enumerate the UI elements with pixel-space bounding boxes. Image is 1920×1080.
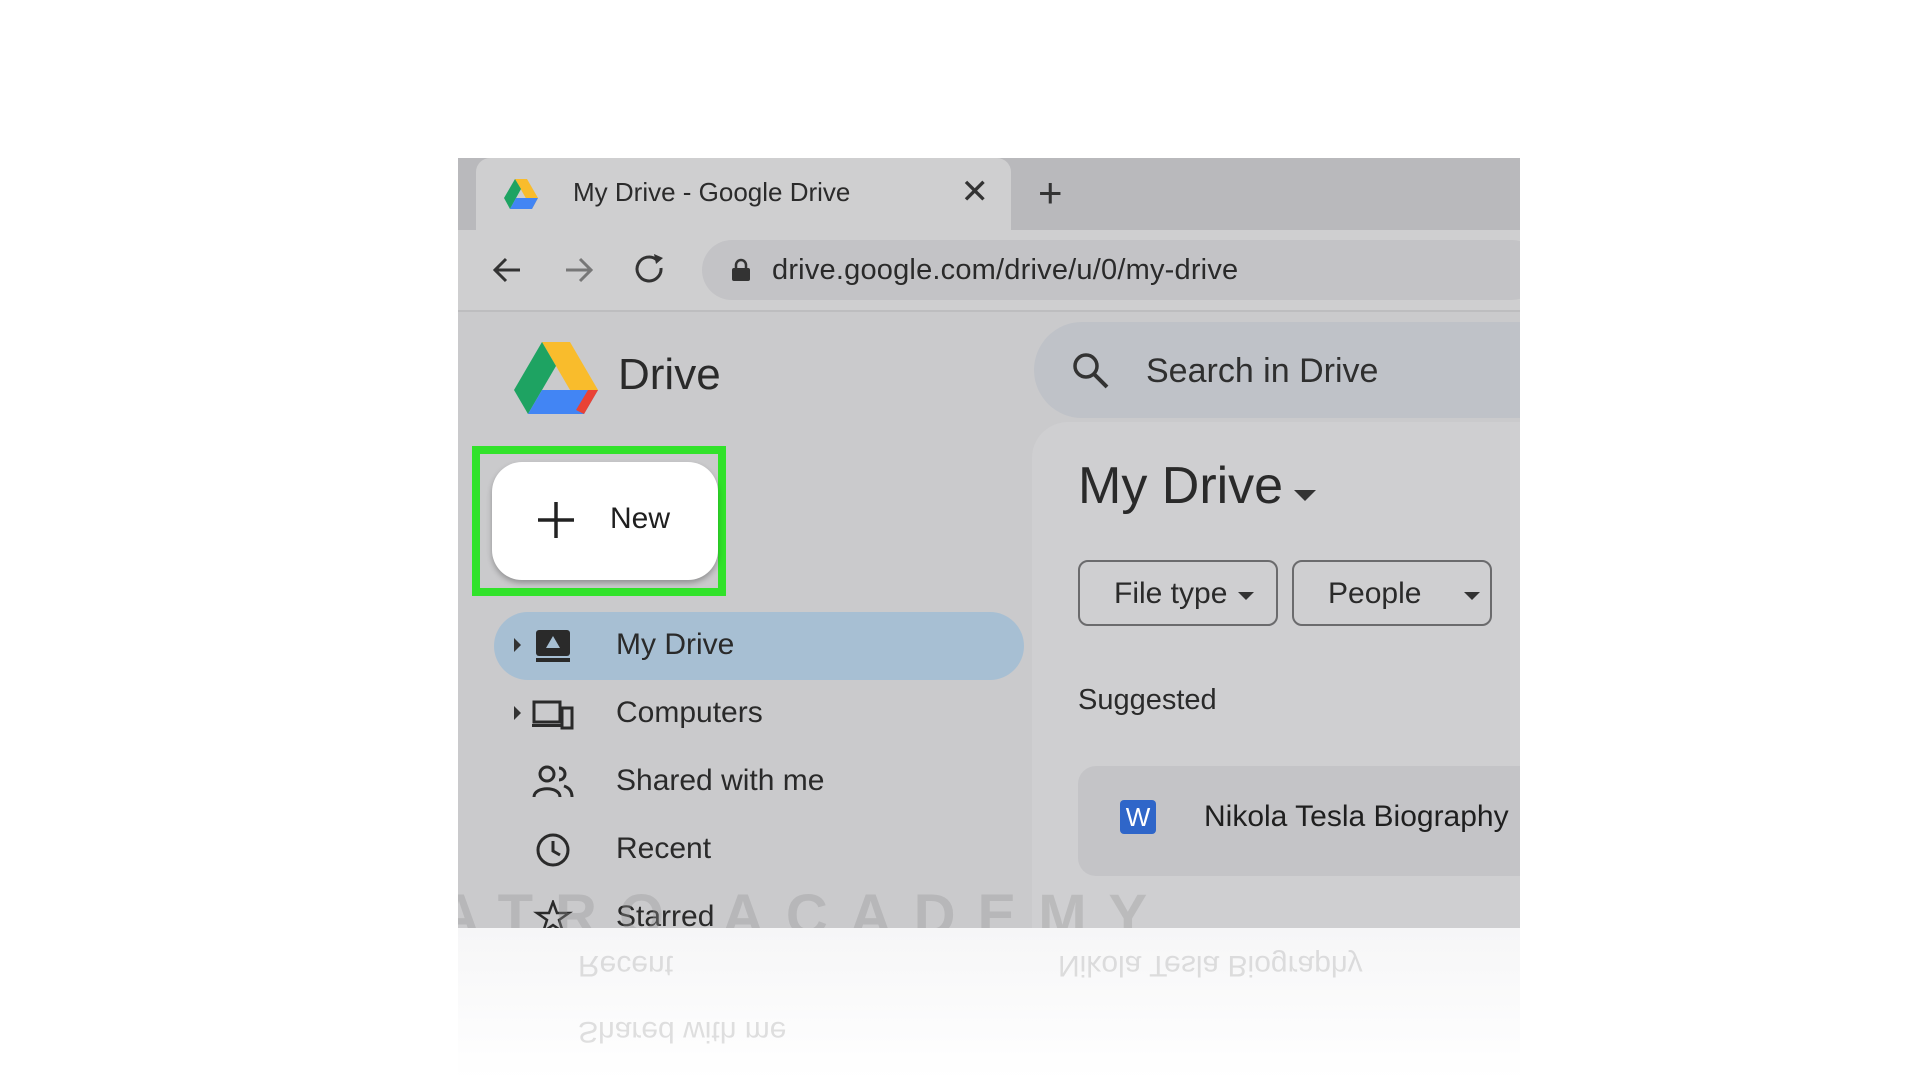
watermark: ATRO ACADEMY (458, 883, 1170, 928)
sidebar-item-label: Shared with me (616, 764, 825, 797)
sidebar-item-label: Computers (616, 696, 763, 729)
sidebar-item-label: Recent (616, 832, 712, 865)
lock-icon (732, 258, 750, 281)
dropdown-caret-icon (1464, 592, 1480, 600)
file-type-filter[interactable]: File type (1078, 560, 1278, 626)
file-name: Nikola Tesla Biography (1204, 800, 1509, 833)
address-bar[interactable]: drive.google.com/drive/u/0/my-drive (702, 240, 1520, 300)
plus-icon (538, 502, 574, 538)
search-bar[interactable]: Search in Drive (1034, 322, 1520, 418)
chevron-down-icon[interactable] (1294, 490, 1316, 501)
new-button-label: New (610, 502, 671, 535)
computers-icon (532, 700, 574, 730)
reload-icon[interactable] (628, 248, 672, 292)
tab-title: My Drive - Google Drive (573, 177, 851, 207)
new-button[interactable]: New (492, 462, 718, 580)
screenshot-reflection: Recent Shared with me Nikola Tesla Biogr… (458, 928, 1520, 1080)
sidebar-item-my-drive[interactable]: My Drive (494, 612, 1024, 680)
sidebar-item-recent[interactable]: Recent (494, 816, 1024, 884)
page-title: My Drive (1078, 457, 1284, 515)
search-placeholder: Search in Drive (1146, 352, 1379, 390)
browser-tab[interactable]: My Drive - Google Drive ✕ (476, 158, 1011, 230)
search-icon[interactable] (1070, 350, 1110, 390)
sidebar-item-label: My Drive (616, 628, 735, 661)
sidebar-item-shared-with-me[interactable]: Shared with me (494, 748, 1024, 816)
drive-brand-title: Drive (618, 350, 721, 399)
people-filter[interactable]: People (1292, 560, 1492, 626)
drive-app: Drive Search in Drive New My Drive Compu… (458, 312, 1520, 928)
url-text: drive.google.com/drive/u/0/my-drive (772, 254, 1239, 286)
filter-label: File type (1114, 577, 1228, 610)
forward-arrow-icon[interactable] (556, 248, 600, 292)
my-drive-icon (536, 630, 570, 662)
people-icon (532, 765, 574, 798)
reflection-text: Recent (578, 949, 674, 982)
reflection-text: Nikola Tesla Biography (1058, 949, 1363, 982)
google-drive-logo-icon (514, 342, 598, 414)
main-content: My Drive File type People Suggested W Ni… (1032, 422, 1520, 928)
clock-icon (536, 833, 570, 867)
new-tab-icon[interactable]: + (1038, 168, 1063, 218)
reflection-text: Shared with me (578, 1015, 787, 1048)
expand-caret-icon[interactable] (514, 638, 521, 652)
expand-caret-icon[interactable] (514, 706, 521, 720)
sidebar-item-computers[interactable]: Computers (494, 680, 1024, 748)
tab-strip: My Drive - Google Drive ✕ + (458, 158, 1520, 230)
dropdown-caret-icon (1238, 592, 1254, 600)
back-arrow-icon[interactable] (486, 248, 530, 292)
filter-label: People (1328, 577, 1422, 610)
suggested-file-card[interactable]: W Nikola Tesla Biography (1078, 766, 1520, 876)
browser-window: My Drive - Google Drive ✕ + drive.google… (458, 158, 1520, 928)
browser-toolbar: drive.google.com/drive/u/0/my-drive (458, 230, 1520, 312)
close-tab-icon[interactable]: ✕ (961, 170, 990, 214)
word-document-icon: W (1120, 800, 1156, 834)
suggested-heading: Suggested (1078, 684, 1217, 716)
google-drive-favicon-icon (504, 179, 538, 209)
